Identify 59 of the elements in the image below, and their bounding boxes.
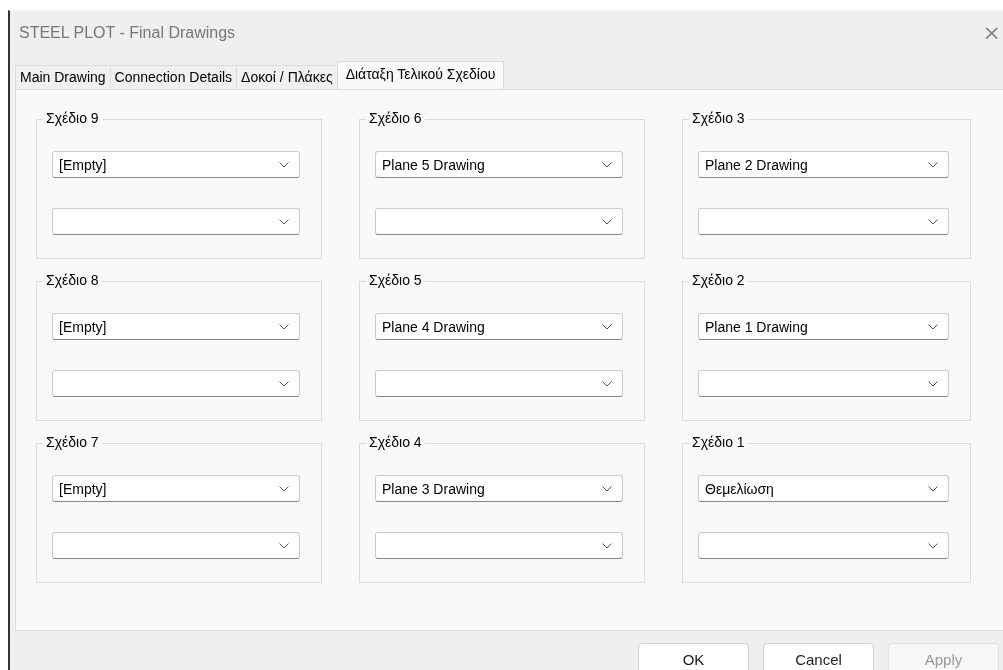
- group-title: Σχέδιο 8: [43, 272, 102, 288]
- caret-icon: [602, 542, 612, 549]
- group-title: Σχέδιο 9: [43, 110, 102, 126]
- caret-icon: [928, 218, 938, 225]
- caret-icon: [279, 380, 289, 387]
- caret-icon: [279, 542, 289, 549]
- dropdown[interactable]: [52, 370, 300, 397]
- dropdown-value: Plane 1 Drawing: [705, 318, 808, 335]
- caret-icon: [602, 323, 612, 330]
- dropdown[interactable]: Plane 5 Drawing: [375, 151, 623, 178]
- dialog-button[interactable]: Cancel: [763, 643, 874, 670]
- window-title: STEEL PLOT - Final Drawings: [19, 24, 236, 42]
- caret-icon: [928, 542, 938, 549]
- caret-icon: [928, 323, 938, 330]
- dropdown[interactable]: Plane 3 Drawing: [375, 475, 623, 502]
- dropdown[interactable]: [Empty]: [52, 475, 300, 502]
- dropdown[interactable]: [52, 208, 300, 235]
- group-title: Σχέδιο 7: [43, 434, 102, 450]
- dropdown-value: [Empty]: [59, 480, 107, 497]
- group-title: Σχέδιο 3: [689, 110, 748, 126]
- dropdown[interactable]: Plane 1 Drawing: [698, 313, 949, 340]
- caret-icon: [279, 218, 289, 225]
- caret-icon: [602, 218, 612, 225]
- dropdown[interactable]: [52, 532, 300, 559]
- dropdown-value: Plane 2 Drawing: [705, 156, 808, 173]
- tab[interactable]: Main Drawing: [15, 65, 111, 89]
- caret-icon: [928, 161, 938, 168]
- dropdown[interactable]: [375, 370, 623, 397]
- dropdown-value: Plane 4 Drawing: [382, 318, 485, 335]
- dropdown[interactable]: [698, 532, 949, 559]
- caret-icon: [928, 380, 938, 387]
- dialog-button[interactable]: OK: [638, 643, 749, 670]
- caret-icon: [279, 323, 289, 330]
- dropdown[interactable]: Θεμελίωση: [698, 475, 949, 502]
- dropdown[interactable]: [375, 532, 623, 559]
- caret-icon: [602, 380, 612, 387]
- dropdown[interactable]: [698, 370, 949, 397]
- dropdown[interactable]: [Empty]: [52, 313, 300, 340]
- caret-icon: [279, 485, 289, 492]
- dropdown[interactable]: Plane 4 Drawing: [375, 313, 623, 340]
- caret-icon: [602, 485, 612, 492]
- dropdown[interactable]: [Empty]: [52, 151, 300, 178]
- caret-icon: [928, 485, 938, 492]
- dropdown-value: Θεμελίωση: [705, 480, 774, 497]
- dropdown[interactable]: [375, 208, 623, 235]
- tab[interactable]: Διάταξη Τελικού Σχεδίου: [336, 61, 505, 89]
- dropdown-value: Plane 5 Drawing: [382, 156, 485, 173]
- group-title: Σχέδιο 5: [366, 272, 425, 288]
- group-title: Σχέδιο 2: [689, 272, 748, 288]
- dropdown-value: [Empty]: [59, 318, 107, 335]
- dropdown-value: [Empty]: [59, 156, 107, 173]
- dropdown-value: Plane 3 Drawing: [382, 480, 485, 497]
- caret-icon: [602, 161, 612, 168]
- group-title: Σχέδιο 6: [366, 110, 425, 126]
- dropdown[interactable]: [698, 208, 949, 235]
- group-title: Σχέδιο 1: [689, 434, 748, 450]
- group-title: Σχέδιο 4: [366, 434, 425, 450]
- caret-icon: [279, 161, 289, 168]
- dropdown[interactable]: Plane 2 Drawing: [698, 151, 949, 178]
